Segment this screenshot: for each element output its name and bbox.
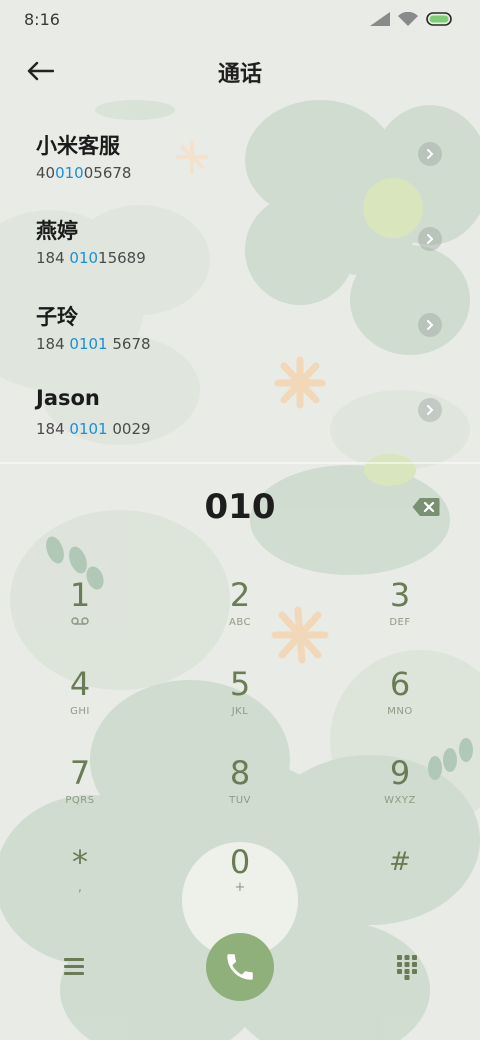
signal-icon bbox=[370, 12, 390, 26]
key-letters: TUV bbox=[229, 795, 251, 806]
key-digit: # bbox=[389, 847, 411, 877]
dialed-number-row: 010 bbox=[0, 485, 480, 531]
key-9[interactable]: 9 WXYZ bbox=[340, 754, 460, 838]
wifi-icon bbox=[398, 12, 418, 26]
menu-icon bbox=[64, 958, 84, 975]
key-letters: GHI bbox=[70, 706, 90, 717]
chevron-right-icon bbox=[427, 320, 434, 330]
chevron-right-icon bbox=[427, 149, 434, 159]
key-star[interactable]: * , bbox=[20, 843, 140, 927]
key-letters: , bbox=[77, 880, 83, 895]
status-bar: 8:16 bbox=[0, 0, 480, 40]
key-digit: 2 bbox=[229, 576, 251, 614]
contact-number: 184 01015689 bbox=[36, 249, 146, 267]
chevron-right-icon bbox=[427, 405, 434, 415]
key-digit: 4 bbox=[69, 665, 91, 703]
key-letters: PQRS bbox=[65, 795, 95, 806]
call-button[interactable] bbox=[206, 933, 274, 1001]
backspace-button[interactable] bbox=[412, 497, 440, 517]
contact-detail-button[interactable] bbox=[418, 313, 442, 337]
key-letters: ABC bbox=[228, 617, 251, 628]
menu-button[interactable] bbox=[62, 954, 86, 978]
bottom-bar bbox=[0, 930, 480, 1010]
key-1[interactable]: 1 bbox=[20, 576, 140, 660]
contact-number: 4001005678 bbox=[36, 164, 132, 182]
key-letters: DEF bbox=[389, 617, 411, 628]
page-title: 通话 bbox=[217, 62, 262, 87]
contact-item[interactable]: 子玲 184 0101 5678 bbox=[0, 289, 480, 369]
backspace-icon bbox=[412, 498, 440, 516]
key-digit: 8 bbox=[229, 754, 251, 792]
key-digit: 0 bbox=[229, 843, 251, 881]
dialpad-button[interactable] bbox=[396, 954, 418, 980]
key-letters: + bbox=[234, 880, 246, 895]
contact-name: 子玲 bbox=[36, 305, 78, 329]
battery-icon bbox=[426, 12, 452, 26]
phone-icon bbox=[227, 954, 253, 980]
key-letters: WXYZ bbox=[384, 795, 416, 806]
key-6[interactable]: 6 MNO bbox=[340, 665, 460, 749]
contact-name: Jason bbox=[36, 386, 100, 410]
contact-name: 燕婷 bbox=[36, 219, 78, 243]
key-7[interactable]: 7 PQRS bbox=[20, 754, 140, 838]
key-digit: 7 bbox=[69, 754, 91, 792]
dialed-number: 010 bbox=[204, 487, 276, 527]
contact-detail-button[interactable] bbox=[418, 227, 442, 251]
contact-number: 184 0101 0029 bbox=[36, 420, 151, 438]
key-digit: * bbox=[72, 843, 88, 881]
dialpad-icon bbox=[397, 955, 417, 980]
contact-detail-button[interactable] bbox=[418, 142, 442, 166]
contact-item[interactable]: Jason 184 0101 0029 bbox=[0, 374, 480, 454]
key-4[interactable]: 4 GHI bbox=[20, 665, 140, 749]
contact-item[interactable]: 小米客服 4001005678 bbox=[0, 118, 480, 198]
contact-detail-button[interactable] bbox=[418, 398, 442, 422]
key-digit: 3 bbox=[389, 576, 411, 614]
divider bbox=[0, 462, 480, 464]
contact-number: 184 0101 5678 bbox=[36, 335, 151, 353]
key-hash[interactable]: # bbox=[340, 843, 460, 927]
key-digit: 1 bbox=[69, 576, 91, 614]
key-letters: MNO bbox=[387, 706, 413, 717]
key-8[interactable]: 8 TUV bbox=[180, 754, 300, 838]
key-digit: 9 bbox=[389, 754, 411, 792]
status-icons bbox=[370, 12, 454, 26]
status-time: 8:16 bbox=[24, 10, 60, 29]
key-3[interactable]: 3 DEF bbox=[340, 576, 460, 660]
key-5[interactable]: 5 JKL bbox=[180, 665, 300, 749]
key-digit: 6 bbox=[389, 665, 411, 703]
contact-name: 小米客服 bbox=[36, 134, 120, 158]
key-letters: JKL bbox=[231, 706, 249, 717]
voicemail-icon bbox=[20, 616, 140, 631]
contact-item[interactable]: 燕婷 184 01015689 bbox=[0, 203, 480, 283]
key-0[interactable]: 0 + bbox=[180, 843, 300, 927]
key-2[interactable]: 2 ABC bbox=[180, 576, 300, 660]
header: 通话 bbox=[0, 48, 480, 94]
key-digit: 5 bbox=[229, 665, 251, 703]
chevron-right-icon bbox=[427, 234, 434, 244]
